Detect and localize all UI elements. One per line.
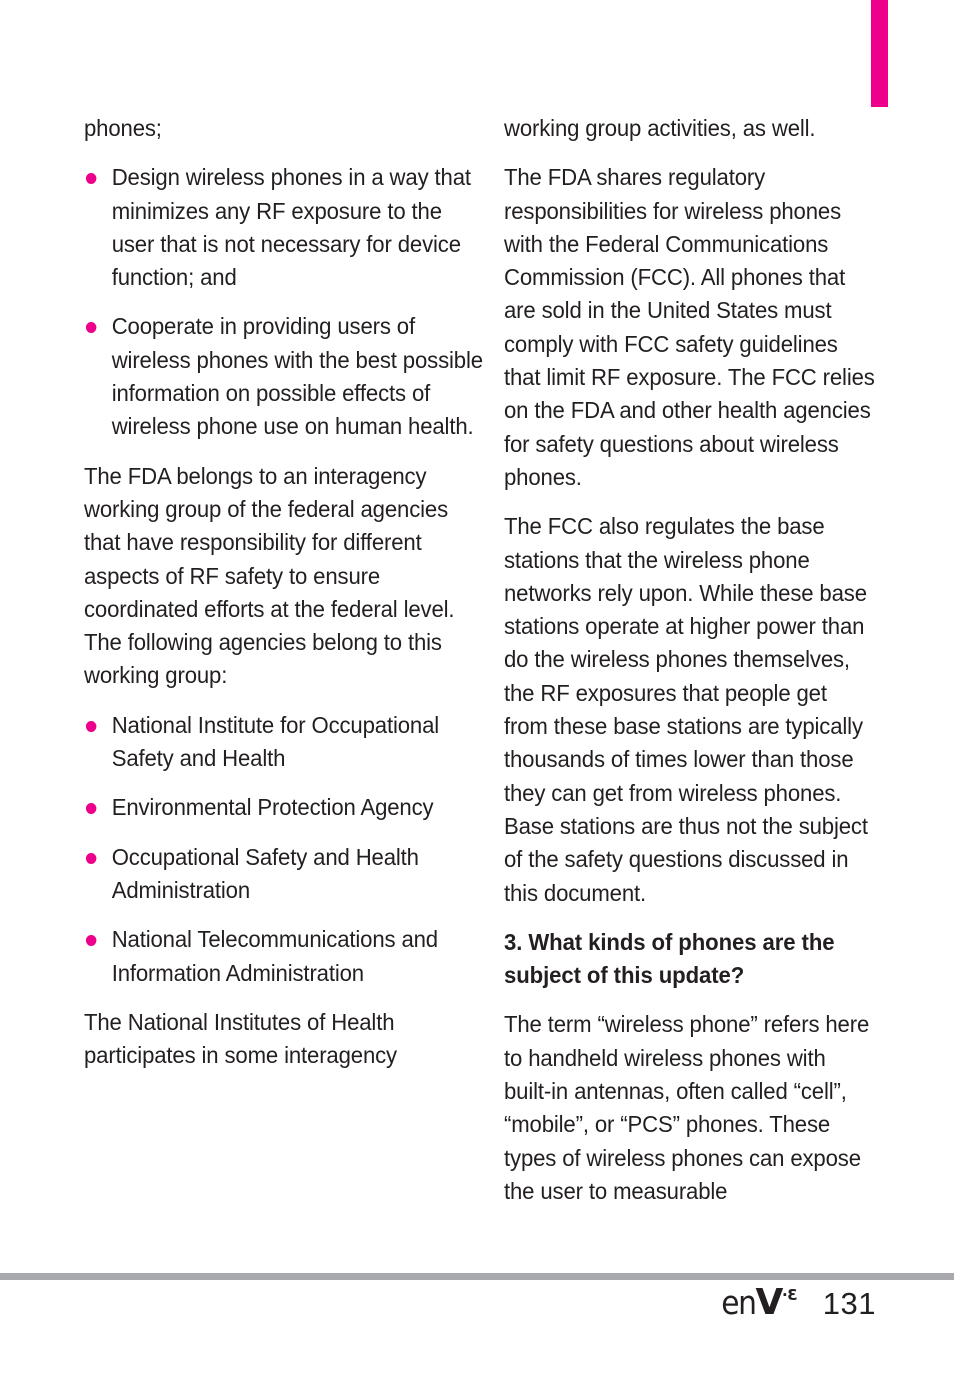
footer-content: enV·3 131	[721, 1285, 876, 1322]
bullet-dot-icon	[85, 935, 97, 947]
logo-text-v: V	[755, 1282, 784, 1323]
bullet-dot-icon	[85, 720, 97, 732]
bullet-dot-icon	[85, 803, 97, 815]
bullet-dot-icon	[85, 322, 97, 334]
bullet-dot-icon	[85, 852, 97, 864]
body-paragraph: The National Institutes of Health partic…	[84, 1008, 397, 1069]
body-paragraph: The FDA shares regulatory responsibiliti…	[504, 164, 875, 490]
list-item: Cooperate in providing users of wireless…	[84, 310, 484, 443]
list-item-label: Cooperate in providing users of wireless…	[111, 313, 483, 440]
list-item-label: Design wireless phones in a way that min…	[111, 164, 471, 291]
bullet-list: National Institute for Occupational Safe…	[84, 709, 456, 990]
list-item: National Telecommunications and Informat…	[84, 923, 484, 990]
left-column: phones; Design wireless phones in a way t…	[84, 112, 483, 1088]
list-item-label: National Telecommunications and Informat…	[111, 926, 438, 986]
footer-divider	[0, 1273, 954, 1280]
list-item: National Institute for Occupational Safe…	[84, 709, 484, 776]
logo-superscript-three: 3	[787, 1286, 798, 1304]
page-content: phones; Design wireless phones in a way t…	[0, 0, 954, 1250]
body-paragraph: The FCC also regulates the base stations…	[504, 513, 868, 906]
list-item: Occupational Safety and Health Administr…	[84, 841, 484, 908]
list-item-label: Environmental Protection Agency	[111, 794, 434, 821]
list-item-label: National Institute for Occupational Safe…	[111, 711, 440, 772]
list-item: Environmental Protection Agency	[84, 791, 484, 824]
logo-superscript-dot: ·	[782, 1286, 788, 1304]
env3-logo: enV·3	[721, 1282, 798, 1323]
body-paragraph: The FDA belongs to an interagency workin…	[84, 462, 455, 689]
bullet-list: Design wireless phones in a way that min…	[84, 161, 483, 443]
list-item-label: Occupational Safety and Health Administr…	[111, 843, 419, 903]
bullet-dot-icon	[85, 173, 97, 185]
body-paragraph: phones;	[84, 115, 162, 141]
body-paragraph: working group activities, as well.	[504, 115, 816, 141]
page-number: 131	[822, 1286, 876, 1321]
page-footer: enV·3 131	[0, 1285, 954, 1345]
section-heading: 3. What kinds of phones are the subject …	[504, 928, 835, 989]
list-item: Design wireless phones in a way that min…	[84, 161, 484, 294]
logo-text-en: en	[721, 1283, 757, 1322]
body-paragraph: The term “wireless phone” refers here to…	[504, 1011, 870, 1204]
right-column: working group activities, as well. The FD…	[504, 112, 876, 1224]
